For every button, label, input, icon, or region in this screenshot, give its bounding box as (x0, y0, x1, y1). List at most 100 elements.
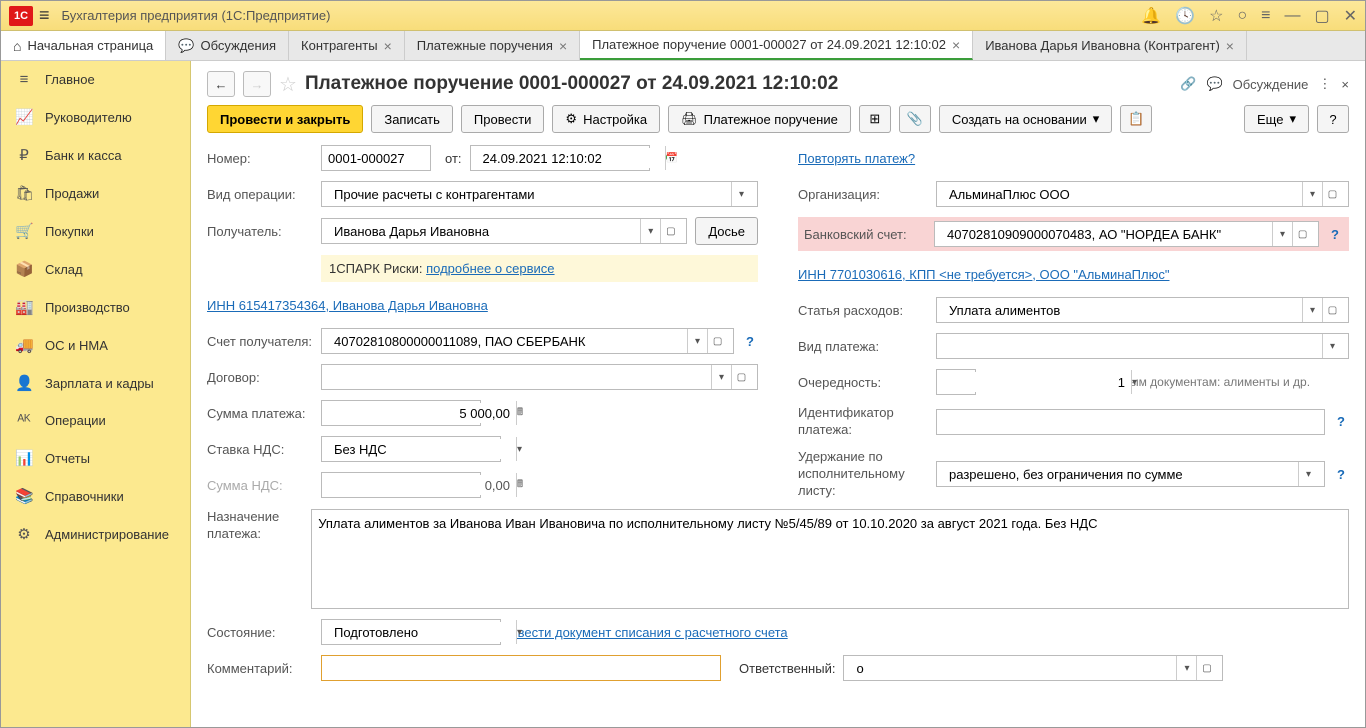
org-input[interactable] (943, 184, 1302, 204)
help-icon[interactable]: ? (742, 334, 758, 349)
print-button[interactable]: 🖨Платежное поручение (668, 105, 851, 133)
open-icon[interactable]: ▢ (707, 329, 727, 353)
chevron-down-icon[interactable]: ▾ (1272, 222, 1292, 246)
pay-type-select[interactable] (943, 336, 1322, 356)
post-close-button[interactable]: Провести и закрыть (207, 105, 363, 133)
tools-icon[interactable]: ○ (1237, 7, 1247, 25)
history-icon[interactable]: 🕓 (1175, 6, 1195, 26)
open-icon[interactable]: ▢ (1322, 182, 1342, 206)
structure-button[interactable]: ⊞ (859, 105, 891, 133)
help-button[interactable]: ? (1317, 105, 1349, 133)
close-icon[interactable]: × (384, 38, 392, 54)
open-icon[interactable]: ▢ (731, 365, 751, 389)
amount-input[interactable] (328, 403, 516, 423)
org-inn-link[interactable]: ИНН 7701030616, КПП <не требуется>, ООО … (798, 267, 1169, 282)
chevron-down-icon[interactable]: ▾ (1322, 334, 1342, 358)
open-icon[interactable]: ▢ (1322, 298, 1342, 322)
bank-acc-input[interactable] (941, 224, 1272, 244)
attachment-button[interactable]: 📎 (899, 105, 931, 133)
sidebar-item-references[interactable]: 📚Справочники (1, 477, 190, 515)
chevron-down-icon[interactable]: ▾ (1131, 370, 1137, 394)
link-icon[interactable]: 🔗 (1180, 76, 1196, 92)
recipient-inn-link[interactable]: ИНН 615417354364, Иванова Дарья Ивановна (207, 298, 488, 313)
favorite-star-icon[interactable]: ☆ (279, 72, 297, 97)
help-icon[interactable]: ? (1333, 467, 1349, 482)
discuss-icon[interactable]: 💬 (1206, 76, 1222, 92)
tab-contragents[interactable]: Контрагенты × (289, 31, 405, 60)
chevron-down-icon[interactable]: ▾ (687, 329, 707, 353)
chevron-down-icon[interactable]: ▾ (1176, 656, 1196, 680)
bell-icon[interactable]: 🔔 (1141, 6, 1161, 26)
wifi-icon[interactable]: ≡ (1261, 7, 1270, 25)
sidebar-item-operations[interactable]: ᴬᴷОперации (1, 402, 190, 439)
dossier-button[interactable]: Досье (695, 217, 758, 245)
open-icon[interactable]: ▢ (660, 219, 680, 243)
nav-forward-button[interactable]: → (243, 71, 271, 97)
close-icon[interactable]: × (1226, 38, 1234, 54)
calendar-icon[interactable]: 📅 (665, 146, 678, 170)
vat-rate-select[interactable] (328, 439, 516, 459)
sidebar-item-reports[interactable]: 📊Отчеты (1, 439, 190, 477)
purpose-textarea[interactable] (311, 509, 1349, 609)
expense-input[interactable] (943, 300, 1302, 320)
calculator-icon[interactable]: 🖩 (516, 401, 523, 425)
post-button[interactable]: Провести (461, 105, 545, 133)
tab-home[interactable]: ⌂ Начальная страница (1, 31, 166, 60)
sidebar-item-production[interactable]: 🏭Производство (1, 288, 190, 326)
chevron-down-icon[interactable]: ▾ (1302, 182, 1322, 206)
chevron-down-icon[interactable]: ▾ (516, 620, 522, 644)
sidebar-item-admin[interactable]: ⚙Администрирование (1, 515, 190, 553)
more-menu-icon[interactable]: ⋮ (1318, 76, 1331, 92)
rec-acc-input[interactable] (328, 331, 687, 351)
date-input[interactable] (477, 148, 665, 168)
help-icon[interactable]: ? (1327, 227, 1343, 242)
number-input[interactable] (321, 145, 431, 171)
settings-button[interactable]: ⚙Настройка (552, 105, 660, 133)
sidebar-item-bank[interactable]: ₽Банк и касса (1, 136, 190, 174)
help-icon[interactable]: ? (1333, 414, 1349, 429)
recipient-input[interactable] (328, 221, 640, 241)
contract-input[interactable] (328, 367, 711, 387)
priority-input[interactable] (943, 372, 1131, 392)
maximize-icon[interactable]: ▢ (1314, 6, 1329, 26)
sidebar-item-sales[interactable]: 🛍Продажи (1, 174, 190, 212)
minimize-icon[interactable]: — (1284, 7, 1300, 25)
chevron-down-icon[interactable]: ▾ (731, 182, 751, 206)
close-icon[interactable]: × (952, 37, 960, 53)
sidebar-item-purchases[interactable]: 🛒Покупки (1, 212, 190, 250)
tab-payment-order-detail[interactable]: Платежное поручение 0001-000027 от 24.09… (580, 31, 973, 60)
repeat-payment-link[interactable]: Повторять платеж? (798, 151, 915, 166)
sidebar-item-payroll[interactable]: 👤Зарплата и кадры (1, 364, 190, 402)
hamburger-icon[interactable]: ≡ (39, 5, 50, 26)
comment-input[interactable] (321, 655, 721, 681)
list-button[interactable]: 📋 (1120, 105, 1152, 133)
op-type-select[interactable] (328, 184, 731, 204)
ident-input[interactable] (936, 409, 1325, 435)
create-based-button[interactable]: Создать на основании▾ (939, 105, 1112, 133)
tab-payment-orders[interactable]: Платежные поручения × (405, 31, 580, 60)
more-button[interactable]: Еще▾ (1244, 105, 1309, 133)
discuss-link[interactable]: Обсуждение (1233, 77, 1309, 92)
close-content-icon[interactable]: × (1341, 77, 1349, 92)
nav-back-button[interactable]: ← (207, 71, 235, 97)
close-window-icon[interactable]: ✕ (1344, 6, 1357, 26)
tab-ivanova[interactable]: Иванова Дарья Ивановна (Контрагент) × (973, 31, 1247, 60)
status-link[interactable]: Ввести документ списания с расчетного сч… (509, 625, 788, 640)
status-select[interactable] (328, 622, 516, 642)
chevron-down-icon[interactable]: ▾ (1302, 298, 1322, 322)
chevron-down-icon[interactable]: ▾ (711, 365, 731, 389)
sidebar-item-warehouse[interactable]: 📦Склад (1, 250, 190, 288)
star-icon[interactable]: ☆ (1209, 6, 1223, 26)
sidebar-item-manager[interactable]: 📈Руководителю (1, 98, 190, 136)
spark-link[interactable]: подробнее о сервисе (426, 261, 554, 276)
open-icon[interactable]: ▢ (1292, 222, 1312, 246)
save-button[interactable]: Записать (371, 105, 453, 133)
close-icon[interactable]: × (559, 38, 567, 54)
responsible-input[interactable] (850, 658, 1176, 678)
withhold-select[interactable] (943, 464, 1298, 484)
chevron-down-icon[interactable]: ▾ (640, 219, 660, 243)
tab-discussions[interactable]: 💬 Обсуждения (166, 31, 289, 60)
sidebar-item-assets[interactable]: 🚚ОС и НМА (1, 326, 190, 364)
open-icon[interactable]: ▢ (1196, 656, 1216, 680)
chevron-down-icon[interactable]: ▾ (1298, 462, 1318, 486)
